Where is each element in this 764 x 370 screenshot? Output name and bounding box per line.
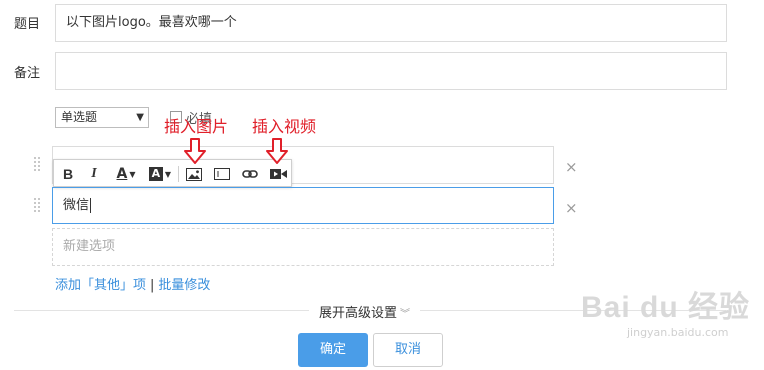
drag-handle-icon[interactable] — [34, 157, 42, 173]
title-label: 题目 — [14, 17, 41, 32]
insert-textbox-icon[interactable] — [212, 164, 232, 184]
drag-handle-icon[interactable] — [34, 198, 42, 214]
advanced-settings-label: 展开高级设置 — [319, 306, 398, 321]
new-option-input[interactable]: 新建选项 — [52, 228, 554, 266]
watermark-brand: Bai du 经验 — [580, 291, 750, 324]
delete-option-2-icon[interactable]: × — [565, 199, 578, 217]
insert-image-annotation: 插入图片 — [164, 117, 229, 136]
insert-image-icon[interactable] — [184, 164, 204, 184]
confirm-button[interactable]: 确定 — [298, 333, 368, 367]
toolbar-divider — [178, 166, 179, 182]
watermark-url: jingyan.baidu.com — [626, 326, 729, 339]
cancel-button[interactable]: 取消 — [373, 333, 443, 367]
double-chevron-down-icon: ︾ — [400, 309, 411, 320]
down-arrow-icon — [184, 138, 206, 164]
down-arrow-icon — [266, 138, 288, 164]
question-type-value: 单选题 — [61, 110, 98, 124]
note-input[interactable] — [55, 52, 727, 90]
rich-text-toolbar: B I A ▼ A ▼ — [53, 159, 292, 187]
note-label: 备注 — [14, 66, 41, 81]
baidu-jingyan-watermark: Bai du 经验 jingyan.baidu.com — [581, 282, 750, 339]
bold-icon[interactable]: B — [60, 164, 76, 184]
background-color-icon[interactable]: A ▼ — [146, 164, 174, 184]
insert-link-icon[interactable] — [240, 164, 260, 184]
batch-edit-link[interactable]: 批量修改 — [158, 278, 210, 293]
option-input-2[interactable]: 微信 — [52, 187, 554, 224]
dropdown-arrow-icon: ▼ — [136, 112, 144, 123]
font-color-icon[interactable]: A ▼ — [112, 164, 140, 184]
option-links: 添加「其他」项 | 批量修改 — [55, 274, 210, 293]
expand-advanced-settings[interactable]: 展开高级设置 ︾ — [309, 302, 421, 321]
italic-icon[interactable]: I — [86, 164, 102, 184]
delete-option-1-icon[interactable]: × — [565, 158, 578, 176]
link-separator: | — [150, 278, 155, 293]
title-input[interactable]: 以下图片logo。最喜欢哪一个 — [55, 4, 727, 42]
insert-video-annotation: 插入视频 — [252, 117, 317, 136]
text-caret — [90, 198, 92, 213]
question-type-select[interactable]: 单选题 ▼ — [55, 107, 149, 128]
insert-video-icon[interactable] — [268, 164, 288, 184]
option-2-text: 微信 — [63, 198, 90, 213]
add-other-link[interactable]: 添加「其他」项 — [55, 278, 146, 293]
